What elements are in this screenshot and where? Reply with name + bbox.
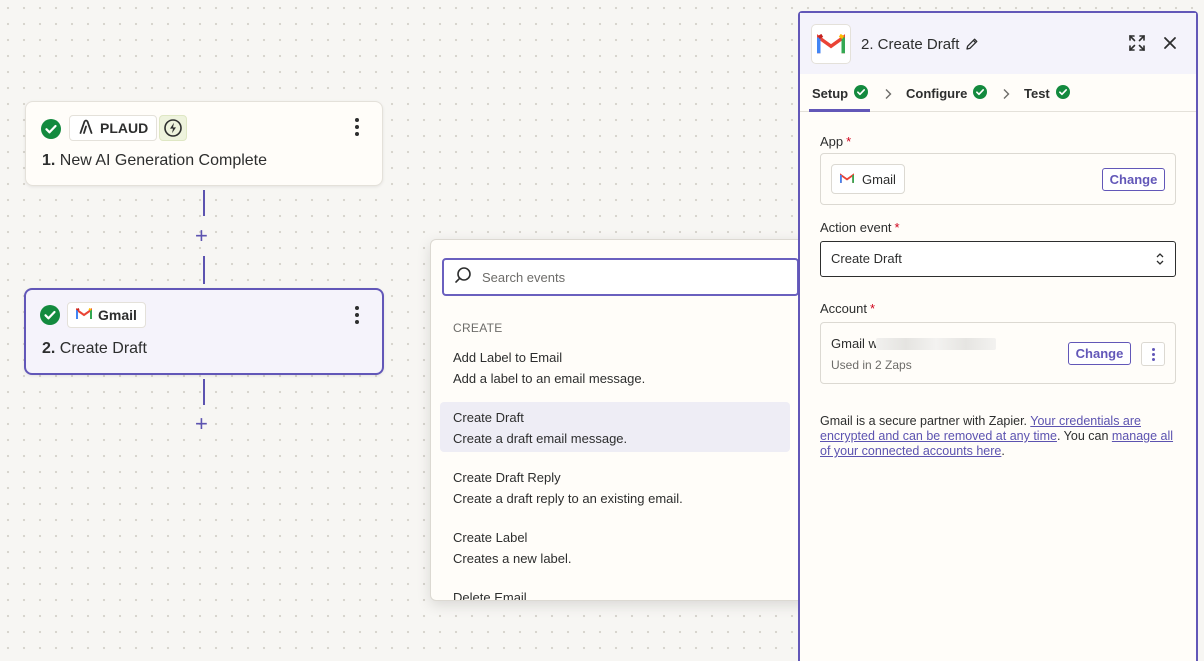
step-card-plaud[interactable]: PLAUD 1. New AI Generation Complete xyxy=(25,101,383,186)
app-field-label: App * xyxy=(820,134,852,149)
event-option-selected[interactable]: Create Draft Create a draft email messag… xyxy=(440,402,790,452)
security-note: Gmail is a secure partner with Zapier. Y… xyxy=(820,414,1174,458)
step2-title: 2. Create Draft xyxy=(42,340,147,357)
connector-line xyxy=(203,379,205,405)
event-option[interactable]: Create Label Creates a new label. xyxy=(440,522,790,572)
step1-title: 1. New AI Generation Complete xyxy=(42,152,268,169)
redacted-account-email xyxy=(876,338,996,350)
tab-test[interactable]: Test xyxy=(1024,85,1070,102)
event-option[interactable]: Create Draft Reply Create a draft reply … xyxy=(440,462,790,512)
add-step-icon[interactable]: + xyxy=(195,413,208,435)
action-event-dropdown: CREATE Add Label to Email Add a label to… xyxy=(430,239,810,601)
search-events-box[interactable] xyxy=(442,258,799,296)
panel-tabs: Setup Configure Test xyxy=(800,74,1196,112)
account-menu-icon[interactable] xyxy=(1141,342,1165,366)
gmail-logo-icon xyxy=(840,172,854,187)
app-field: Gmail Change xyxy=(820,153,1176,205)
active-tab-indicator xyxy=(809,109,870,112)
tab-configure[interactable]: Configure xyxy=(906,85,988,102)
chevron-right-icon xyxy=(883,87,893,105)
account-label: Account * xyxy=(820,301,876,316)
add-step-icon[interactable]: + xyxy=(195,225,208,247)
success-check-icon xyxy=(41,119,61,144)
gmail-app-chip: Gmail xyxy=(67,302,146,328)
success-check-icon xyxy=(854,85,869,102)
gmail-app-name: Gmail xyxy=(98,307,137,323)
pencil-icon[interactable] xyxy=(965,37,979,56)
expand-icon[interactable] xyxy=(1128,34,1146,57)
success-check-icon xyxy=(1055,85,1070,102)
selected-app-chip: Gmail xyxy=(831,164,905,194)
account-field: Gmail w Used in 2 Zaps Change xyxy=(820,322,1176,384)
step-card-gmail[interactable]: Gmail 2. Create Draft xyxy=(24,288,384,375)
action-event-select[interactable]: Create Draft xyxy=(820,241,1176,277)
step-editor-panel: 2. Create Draft Setup Configure Test App… xyxy=(798,11,1198,661)
connector-line xyxy=(203,190,205,216)
select-arrows-icon xyxy=(1155,252,1165,269)
trigger-bolt-icon xyxy=(159,115,187,141)
chevron-right-icon xyxy=(1001,87,1011,105)
step2-menu-icon[interactable] xyxy=(347,304,367,326)
search-events-input[interactable] xyxy=(480,268,780,286)
success-check-icon xyxy=(973,85,988,102)
panel-header: 2. Create Draft xyxy=(800,13,1196,74)
account-usage: Used in 2 Zaps xyxy=(831,358,912,372)
account-name: Gmail w xyxy=(831,336,878,351)
plaud-app-name: PLAUD xyxy=(100,120,149,136)
step1-menu-icon[interactable] xyxy=(347,116,367,138)
group-label-create: CREATE xyxy=(453,321,503,335)
event-option[interactable]: Delete Email xyxy=(440,582,790,600)
panel-title[interactable]: 2. Create Draft xyxy=(861,36,959,53)
close-icon[interactable] xyxy=(1162,35,1178,56)
search-icon xyxy=(454,266,472,289)
event-option[interactable]: Add Label to Email Add a label to an ema… xyxy=(440,342,790,392)
plaud-logo-icon xyxy=(78,119,94,138)
success-check-icon xyxy=(40,305,60,330)
tab-setup[interactable]: Setup xyxy=(812,85,869,102)
gmail-logo-icon xyxy=(76,307,92,323)
change-app-button[interactable]: Change xyxy=(1102,168,1165,191)
connector-line xyxy=(203,256,205,284)
gmail-logo-icon xyxy=(811,24,851,64)
change-account-button[interactable]: Change xyxy=(1068,342,1131,365)
action-event-label: Action event * xyxy=(820,220,900,235)
plaud-app-chip: PLAUD xyxy=(69,115,158,141)
